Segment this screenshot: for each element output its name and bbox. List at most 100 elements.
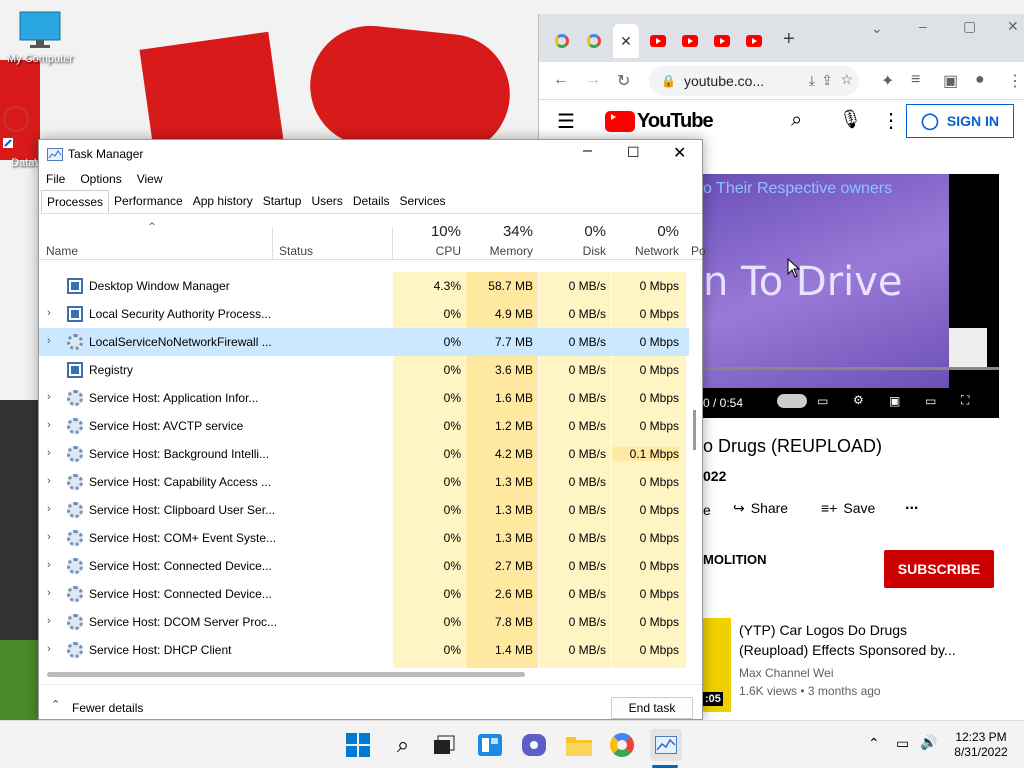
chevron-up-icon[interactable]: ⌃ (868, 735, 880, 752)
widgets-icon[interactable] (474, 729, 506, 761)
hamburger-icon[interactable]: ☰ (557, 109, 575, 134)
forward-icon[interactable]: → (585, 71, 601, 89)
menu-file[interactable]: File (46, 172, 65, 186)
column-status[interactable]: Status (279, 244, 313, 258)
process-row[interactable]: › LocalServiceNoNetworkFirewall ... 0% 7.7 … (39, 328, 689, 356)
video-player[interactable]: o Their Respective owners n To Drive 0 /… (703, 174, 999, 418)
expand-chevron-icon[interactable]: › (47, 307, 51, 319)
more-icon[interactable]: ⋮ (881, 108, 901, 133)
process-row[interactable]: › Service Host: Capability Access ... 0% 1.… (39, 468, 689, 496)
expand-chevron-icon[interactable]: › (47, 643, 51, 655)
expand-chevron-icon[interactable]: › (47, 391, 51, 403)
subscribe-button[interactable]: SUBSCRIBE (884, 550, 994, 588)
microphone-icon[interactable]: 🎙 (839, 109, 862, 130)
address-bar[interactable]: 🔒 youtube.co... ⤓ ⇪ ☆ (649, 66, 859, 96)
channel-name[interactable]: MOLITION (703, 552, 767, 567)
windows-start-icon[interactable] (342, 729, 374, 761)
tab-performance[interactable]: Performance (109, 190, 188, 213)
tab-youtube-3[interactable] (709, 28, 735, 54)
expand-chevron-icon[interactable]: › (47, 447, 51, 459)
tab-youtube-2[interactable] (677, 28, 703, 54)
tab-active[interactable]: ✕ (613, 24, 639, 58)
captions-icon[interactable]: ▭ (817, 394, 828, 408)
horizontal-scrollbar[interactable] (47, 672, 525, 677)
task-view-icon[interactable] (428, 729, 460, 761)
process-row[interactable]: › Service Host: DCOM Server Proc... 0% 7.8 … (39, 608, 689, 636)
menu-view[interactable]: View (137, 172, 163, 186)
column-cpu[interactable]: 10% CPU (393, 214, 461, 260)
like-label[interactable]: e (703, 502, 711, 518)
profile-icon[interactable]: ● (975, 71, 985, 89)
expand-chevron-icon[interactable]: › (47, 559, 51, 571)
process-row[interactable]: › Service Host: Connected Device... 0% 2.6 … (39, 580, 689, 608)
process-row[interactable]: › Local Security Authority Process... 0% 4.… (39, 300, 689, 328)
recommendation-channel[interactable]: Max Channel Wei (739, 666, 834, 680)
process-row[interactable]: › Service Host: Background Intelli... 0% 4.… (39, 440, 689, 468)
search-icon[interactable]: ⌕ (387, 729, 419, 761)
menu-kebab-icon[interactable]: ⋮ (1007, 71, 1023, 91)
tab-youtube-4[interactable] (741, 28, 767, 54)
tab-details[interactable]: Details (348, 190, 395, 213)
recommendation-thumbnail[interactable]: :05 (703, 618, 731, 712)
extensions-icon[interactable]: ✦ (881, 71, 894, 91)
process-row[interactable]: › Service Host: DHCP Client 0% 1.4 MB 0 MB/s… (39, 636, 689, 664)
close-button[interactable]: ✕ (673, 143, 686, 163)
tab-services[interactable]: Services (395, 190, 451, 213)
search-icon[interactable]: ⌕ (791, 109, 802, 132)
expand-chevron-icon[interactable]: › (47, 475, 51, 487)
recommendation-title[interactable]: (YTP) Car Logos Do Drugs (Reupload) Effe… (739, 620, 979, 660)
share-page-icon[interactable]: ⇪ (821, 72, 833, 89)
expand-chevron-icon[interactable]: › (47, 531, 51, 543)
install-icon[interactable]: ⤓ (809, 72, 815, 89)
end-task-button[interactable]: End task (611, 697, 693, 719)
chat-icon[interactable] (518, 729, 550, 761)
process-row[interactable]: › Service Host: COM+ Event Syste... 0% 1.3 … (39, 524, 689, 552)
tab-google-1[interactable] (549, 28, 575, 54)
media-icon[interactable]: ≡ (911, 71, 920, 89)
column-name[interactable]: Name (46, 244, 78, 258)
expand-chevron-icon[interactable]: › (47, 503, 51, 515)
chevron-up-icon[interactable]: ⌃ (51, 698, 60, 711)
settings-icon[interactable]: ⚙ (853, 393, 864, 407)
fewer-details-link[interactable]: Fewer details (72, 701, 143, 715)
process-row[interactable]: Desktop Window Manager 4.3% 58.7 MB 0 MB/s 0… (39, 272, 689, 300)
back-icon[interactable]: ← (553, 71, 569, 89)
tab-app-history[interactable]: App history (188, 190, 258, 213)
process-row[interactable]: › Service Host: Connected Device... 0% 2.7 … (39, 552, 689, 580)
expand-chevron-icon[interactable]: › (47, 615, 51, 627)
tab-youtube-1[interactable] (645, 28, 671, 54)
column-disk[interactable]: 0% Disk (538, 214, 606, 260)
column-network[interactable]: 0% Network (612, 214, 679, 260)
reload-icon[interactable]: ↻ (617, 71, 630, 91)
expand-chevron-icon[interactable]: › (47, 335, 51, 347)
process-row[interactable]: › Service Host: Application Infor... 0% 1.6… (39, 384, 689, 412)
share-button[interactable]: ↪ Share (733, 500, 788, 517)
menu-options[interactable]: Options (80, 172, 121, 186)
bookmark-star-icon[interactable]: ☆ (840, 71, 853, 88)
sign-in-button[interactable]: ◯ SIGN IN (906, 104, 1014, 138)
column-power[interactable]: Po (691, 244, 706, 258)
tab-users[interactable]: Users (306, 190, 347, 213)
expand-chevron-icon[interactable]: › (47, 587, 51, 599)
file-explorer-icon[interactable] (563, 729, 595, 761)
side-panel-icon[interactable]: ▣ (943, 71, 958, 91)
expand-chevron-icon[interactable]: › (47, 419, 51, 431)
network-icon[interactable]: ▭ (896, 735, 909, 752)
youtube-logo[interactable]: YouTube (605, 110, 714, 133)
close-window-button[interactable]: ✕ (1007, 18, 1019, 35)
tab-google-2[interactable] (581, 28, 607, 54)
maximize-button[interactable]: ☐ (627, 144, 640, 161)
process-row[interactable]: › Service Host: Clipboard User Ser... 0% 1.… (39, 496, 689, 524)
autoplay-toggle[interactable] (777, 394, 807, 408)
fullscreen-icon[interactable]: ⛶ (961, 393, 969, 408)
chrome-icon[interactable] (606, 729, 638, 761)
new-tab-button[interactable]: + (783, 28, 795, 51)
volume-icon[interactable]: 🔊 (920, 734, 937, 751)
miniplayer-icon[interactable]: ▣ (889, 394, 900, 408)
sort-arrow-icon[interactable]: ⌃ (147, 220, 157, 234)
desktop-icon-my-computer[interactable]: My Computer (0, 10, 80, 65)
tab-processes[interactable]: Processes (41, 190, 110, 213)
save-button[interactable]: ≡+ Save (821, 500, 875, 516)
maximize-button[interactable]: ▢ (963, 18, 976, 35)
more-actions-button[interactable]: ... (905, 496, 918, 514)
